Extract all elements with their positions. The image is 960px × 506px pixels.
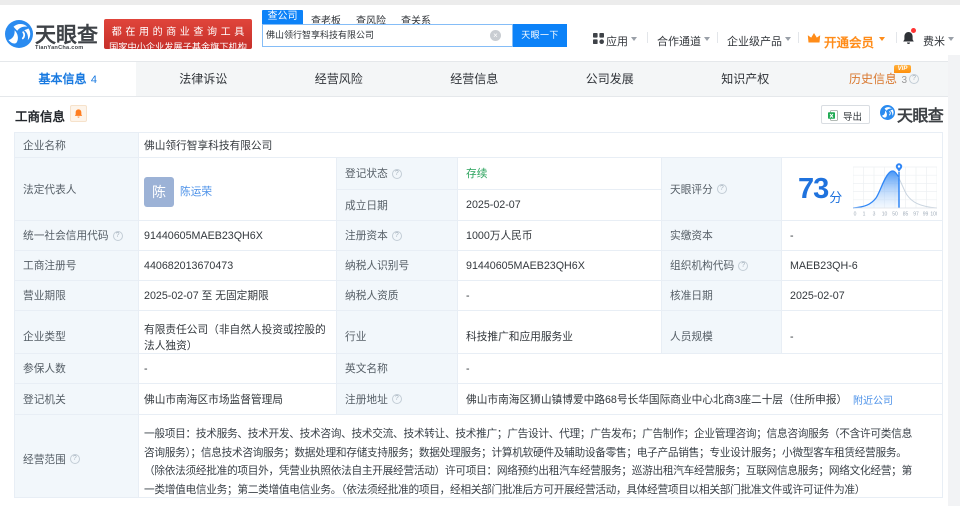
svg-text:85: 85 <box>903 211 909 217</box>
svg-text:99: 99 <box>923 211 929 217</box>
svg-text:50: 50 <box>893 211 899 217</box>
svg-text:10: 10 <box>882 211 888 217</box>
svg-text:0: 0 <box>854 211 857 217</box>
svg-text:1: 1 <box>863 211 866 217</box>
svg-text:100: 100 <box>931 211 938 217</box>
svg-text:97: 97 <box>914 211 920 217</box>
svg-text:3: 3 <box>873 211 876 217</box>
